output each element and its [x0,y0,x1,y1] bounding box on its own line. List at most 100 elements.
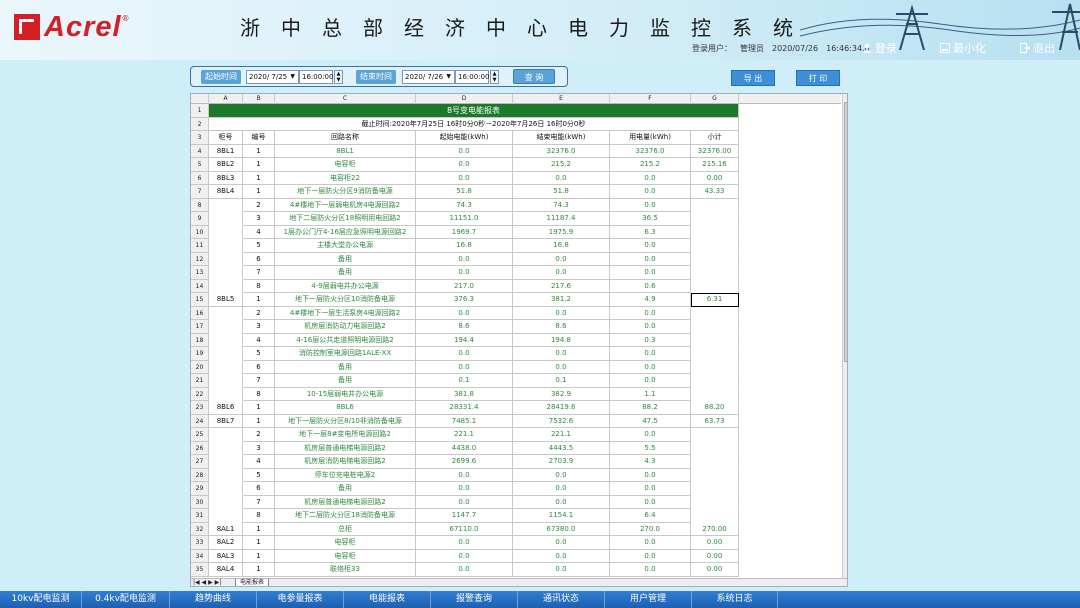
table-cell[interactable]: 67380.0 [513,522,610,536]
table-cell[interactable]: 221.1 [513,428,610,442]
table-cell[interactable]: 11151.0 [416,212,513,226]
row-number[interactable]: 2 [191,117,209,131]
table-cell[interactable]: 6.3 [610,225,691,239]
row-number[interactable]: 17 [191,320,209,334]
row-number[interactable]: 20 [191,360,209,374]
table-cell[interactable]: 1 [243,144,275,158]
table-cell[interactable]: 4438.0 [416,441,513,455]
row-number[interactable]: 25 [191,428,209,442]
table-cell[interactable] [209,455,243,469]
row-number[interactable]: 14 [191,279,209,293]
table-cell[interactable]: 381.2 [513,293,610,307]
table-cell[interactable]: 0.0 [416,144,513,158]
table-cell[interactable]: 0.0 [610,549,691,563]
table-cell[interactable]: 215.16 [691,158,739,172]
table-cell[interactable]: 4 [243,225,275,239]
row-number[interactable]: 19 [191,347,209,361]
table-cell[interactable]: 主楼大堂办公电源 [275,239,416,253]
column-header[interactable]: G [691,94,739,104]
row-number[interactable]: 27 [191,455,209,469]
table-cell[interactable] [691,347,739,361]
table-cell[interactable]: 4#楼地下一层生活泵房4电源回路2 [275,306,416,320]
table-cell[interactable]: 地下二层防火分区18照明用电回路2 [275,212,416,226]
column-header[interactable] [191,94,209,104]
table-cell[interactable]: 0.0 [513,306,610,320]
table-cell[interactable]: 0.0 [610,374,691,388]
table-cell[interactable]: 28419.6 [513,401,610,415]
table-header-cell[interactable]: 回路名称 [275,131,416,145]
table-cell[interactable]: 备用 [275,360,416,374]
table-header-cell[interactable]: 结束电能(kWh) [513,131,610,145]
row-number[interactable]: 26 [191,441,209,455]
table-cell[interactable] [691,387,739,401]
row-number[interactable]: 15 [191,293,209,307]
table-cell[interactable]: 0.00 [691,171,739,185]
table-header-cell[interactable]: 起始电能(kWh) [416,131,513,145]
table-cell[interactable]: 2703.9 [513,455,610,469]
table-cell[interactable]: 0.0 [610,482,691,496]
table-cell[interactable] [209,306,243,320]
row-number[interactable]: 22 [191,387,209,401]
table-cell[interactable]: 电容柜 [275,158,416,172]
table-cell[interactable]: 217.6 [513,279,610,293]
table-cell[interactable]: 0.0 [610,536,691,550]
table-header-cell[interactable]: 柜号 [209,131,243,145]
table-cell[interactable]: 51.8 [416,185,513,199]
table-cell[interactable]: 5 [243,468,275,482]
table-cell[interactable]: 0.0 [513,482,610,496]
table-cell[interactable] [691,306,739,320]
table-cell[interactable]: 8BL3 [209,171,243,185]
table-cell[interactable]: 0.00 [691,563,739,577]
row-number[interactable]: 12 [191,252,209,266]
nav-tab[interactable]: 10kv配电监测 [0,591,82,608]
row-number[interactable]: 18 [191,333,209,347]
table-cell[interactable]: 2 [243,306,275,320]
table-cell[interactable]: 6 [243,360,275,374]
table-cell[interactable]: 1层办公门厅4-16层应急照明电源回路2 [275,225,416,239]
table-cell[interactable] [691,441,739,455]
table-cell[interactable]: 0.0 [416,563,513,577]
exit-button[interactable]: 退出 [1020,41,1055,55]
table-cell[interactable] [209,320,243,334]
table-header-cell[interactable]: 编号 [243,131,275,145]
row-number[interactable]: 35 [191,563,209,577]
report-period[interactable]: 截止时间:2020年7月25日 16时0分0秒－2020年7月26日 16时0分… [209,117,739,131]
table-cell[interactable]: 2 [243,428,275,442]
table-cell[interactable]: 51.8 [513,185,610,199]
table-cell[interactable] [691,428,739,442]
table-cell[interactable]: 地下一层8#变电所电源回路2 [275,428,416,442]
table-cell[interactable]: 0.00 [691,536,739,550]
table-cell[interactable]: 备用 [275,482,416,496]
table-cell[interactable]: 机房层普通电梯电源回路2 [275,495,416,509]
table-cell[interactable] [691,333,739,347]
table-cell[interactable]: 4443.5 [513,441,610,455]
table-cell[interactable] [209,468,243,482]
table-cell[interactable]: 1 [243,185,275,199]
row-number[interactable]: 24 [191,414,209,428]
row-number[interactable]: 32 [191,522,209,536]
row-number[interactable]: 1 [191,104,209,118]
table-cell[interactable]: 0.0 [416,360,513,374]
table-cell[interactable]: 0.0 [610,198,691,212]
table-cell[interactable] [209,212,243,226]
table-cell[interactable]: 1 [243,414,275,428]
table-cell[interactable]: 8 [243,509,275,523]
table-cell[interactable]: 8AL3 [209,549,243,563]
table-cell[interactable]: 4-9层弱电井办公电源 [275,279,416,293]
query-button[interactable]: 查 询 [513,69,555,84]
table-cell[interactable]: 0.0 [416,482,513,496]
row-number[interactable]: 9 [191,212,209,226]
vertical-scrollbar[interactable] [842,94,847,578]
sheet-nav-arrows[interactable]: |◀ ◀ ▶ ▶| [193,579,221,586]
table-cell[interactable] [209,360,243,374]
table-cell[interactable]: 28331.4 [416,401,513,415]
table-cell[interactable]: 1 [243,549,275,563]
table-cell[interactable]: 6 [243,252,275,266]
table-cell[interactable]: 1 [243,171,275,185]
print-button[interactable]: 打 印 [796,70,840,86]
table-cell[interactable]: 0.0 [416,252,513,266]
table-cell[interactable]: 2699.6 [416,455,513,469]
table-cell[interactable]: 16.8 [416,239,513,253]
table-cell[interactable]: 0.0 [513,563,610,577]
login-button[interactable]: 登录 [862,41,897,55]
